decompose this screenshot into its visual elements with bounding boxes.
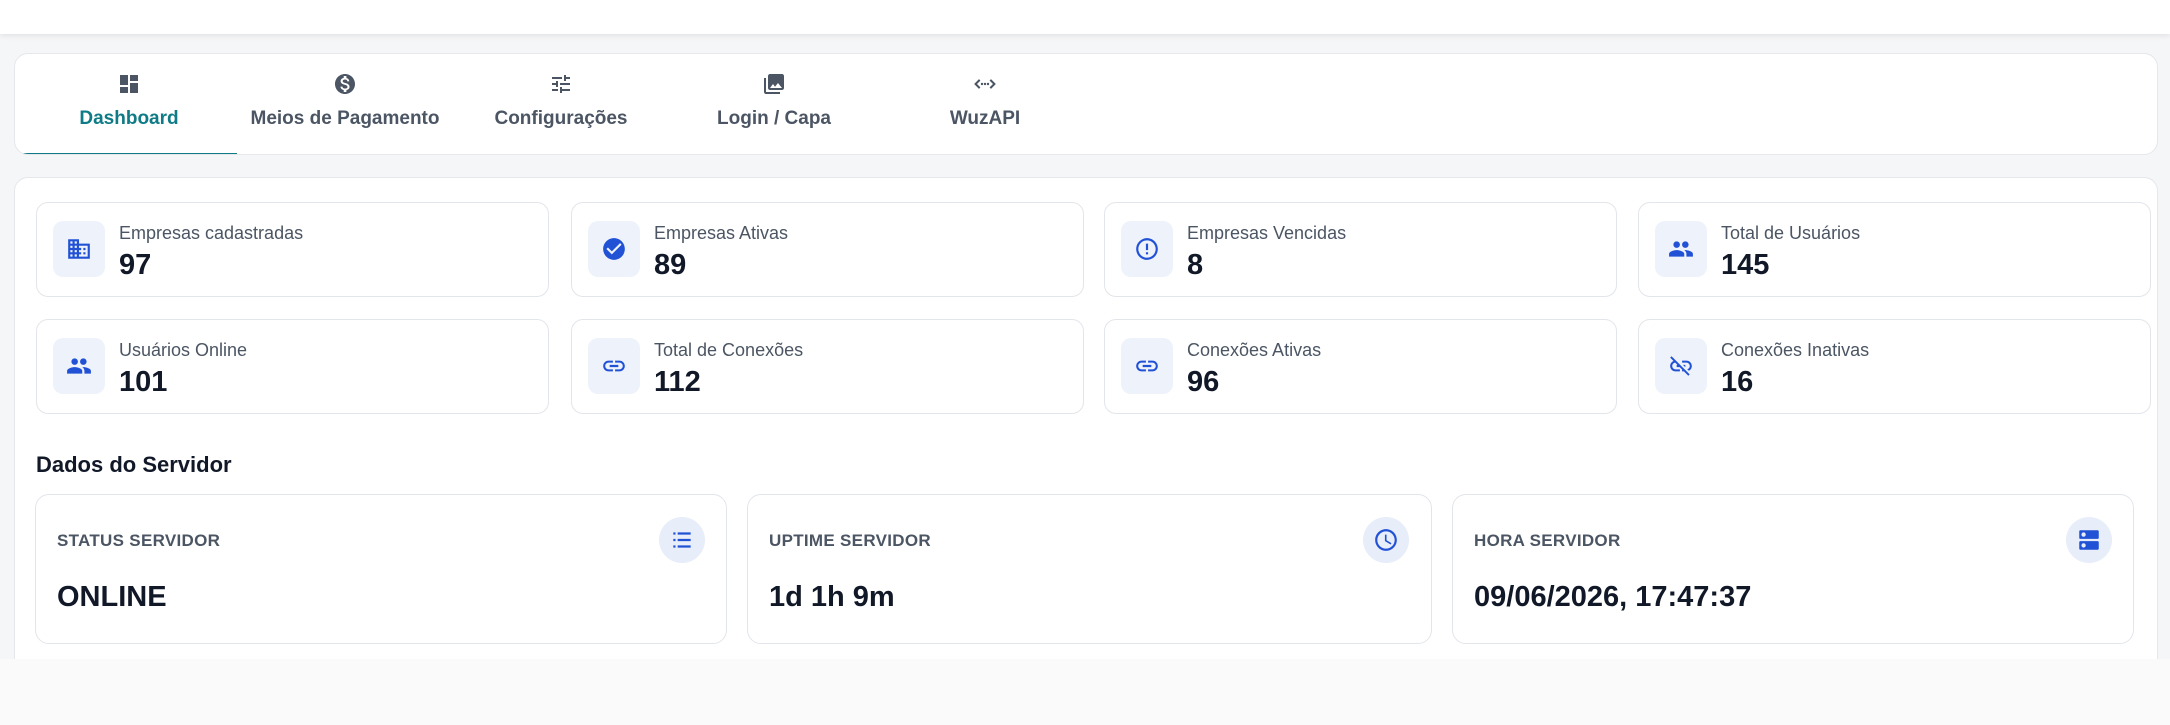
server-card-status: STATUS SERVIDOR ONLINE <box>35 494 727 644</box>
code-arrows-icon <box>973 72 997 96</box>
link-icon <box>588 338 640 394</box>
clock-icon <box>1363 517 1409 563</box>
section-title-server: Dados do Servidor <box>36 452 232 477</box>
tab-wuzapi[interactable]: WuzAPI <box>877 54 1093 154</box>
server-icon <box>2066 517 2112 563</box>
tune-icon <box>549 72 573 96</box>
stat-label: Empresas Vencidas <box>1187 223 1347 243</box>
stat-label: Usuários Online <box>119 340 248 360</box>
stat-label: Empresas cadastradas <box>119 223 304 243</box>
tab-label: Dashboard <box>79 108 179 129</box>
stat-value: 145 <box>1721 249 1770 281</box>
stat-card-usuarios-online: Usuários Online 101 <box>36 319 549 414</box>
image-icon <box>762 72 786 96</box>
tab-label: Meios de Pagamento <box>250 108 440 129</box>
alert-circle-icon <box>1121 221 1173 277</box>
stat-card-total-usuarios: Total de Usuários 145 <box>1638 202 2151 297</box>
server-card-time: HORA SERVIDOR 09/06/2026, 17:47:37 <box>1452 494 2134 644</box>
stat-value: 112 <box>654 366 701 398</box>
tab-meios-de-pagamento[interactable]: Meios de Pagamento <box>237 54 453 154</box>
server-time-value: 09/06/2026, 17:47:37 <box>1474 581 1752 613</box>
people-icon <box>53 338 105 394</box>
stat-card-conexoes-inativas: Conexões Inativas 16 <box>1638 319 2151 414</box>
stat-value: 8 <box>1187 249 1204 281</box>
stat-value: 101 <box>119 366 168 398</box>
stat-card-empresas-ativas: Empresas Ativas 89 <box>571 202 1084 297</box>
check-circle-icon <box>588 221 640 277</box>
dashboard-icon <box>117 72 141 96</box>
page-footer-area <box>0 659 2170 725</box>
stat-label: Conexões Inativas <box>1721 340 1870 360</box>
tab-configuracoes[interactable]: Configurações <box>453 54 669 154</box>
tab-login-capa[interactable]: Login / Capa <box>666 54 882 154</box>
server-card-uptime: UPTIME SERVIDOR 1d 1h 9m <box>747 494 1432 644</box>
server-uptime-value: 1d 1h 9m <box>769 581 895 613</box>
server-status-value: ONLINE <box>57 581 167 613</box>
link-icon <box>1121 338 1173 394</box>
stat-value: 89 <box>654 249 687 281</box>
stat-card-empresas-cadastradas: Empresas cadastradas 97 <box>36 202 549 297</box>
stat-label: Total de Conexões <box>654 340 804 360</box>
dollar-circle-icon <box>333 72 357 96</box>
stat-label: Empresas Ativas <box>654 223 789 243</box>
tab-bar: Dashboard Meios de Pagamento Configuraçõ… <box>14 53 2158 155</box>
stat-value: 16 <box>1721 366 1754 398</box>
stat-value: 96 <box>1187 366 1220 398</box>
top-bar <box>0 0 2170 34</box>
server-card-label: STATUS SERVIDOR <box>57 531 221 550</box>
stat-card-conexoes-ativas: Conexões Ativas 96 <box>1104 319 1617 414</box>
link-off-icon <box>1655 338 1707 394</box>
server-card-label: HORA SERVIDOR <box>1474 531 1621 550</box>
stat-card-total-conexoes: Total de Conexões 112 <box>571 319 1084 414</box>
tab-dashboard[interactable]: Dashboard <box>21 54 237 154</box>
stat-label: Total de Usuários <box>1721 223 1861 243</box>
people-icon <box>1655 221 1707 277</box>
building-icon <box>53 221 105 277</box>
server-card-label: UPTIME SERVIDOR <box>769 531 931 550</box>
tab-label: Login / Capa <box>717 108 831 129</box>
stat-value: 97 <box>119 249 152 281</box>
tab-label: WuzAPI <box>949 108 1021 129</box>
stat-label: Conexões Ativas <box>1187 340 1322 360</box>
list-icon <box>659 517 705 563</box>
tab-label: Configurações <box>494 108 628 129</box>
stat-card-empresas-vencidas: Empresas Vencidas 8 <box>1104 202 1617 297</box>
